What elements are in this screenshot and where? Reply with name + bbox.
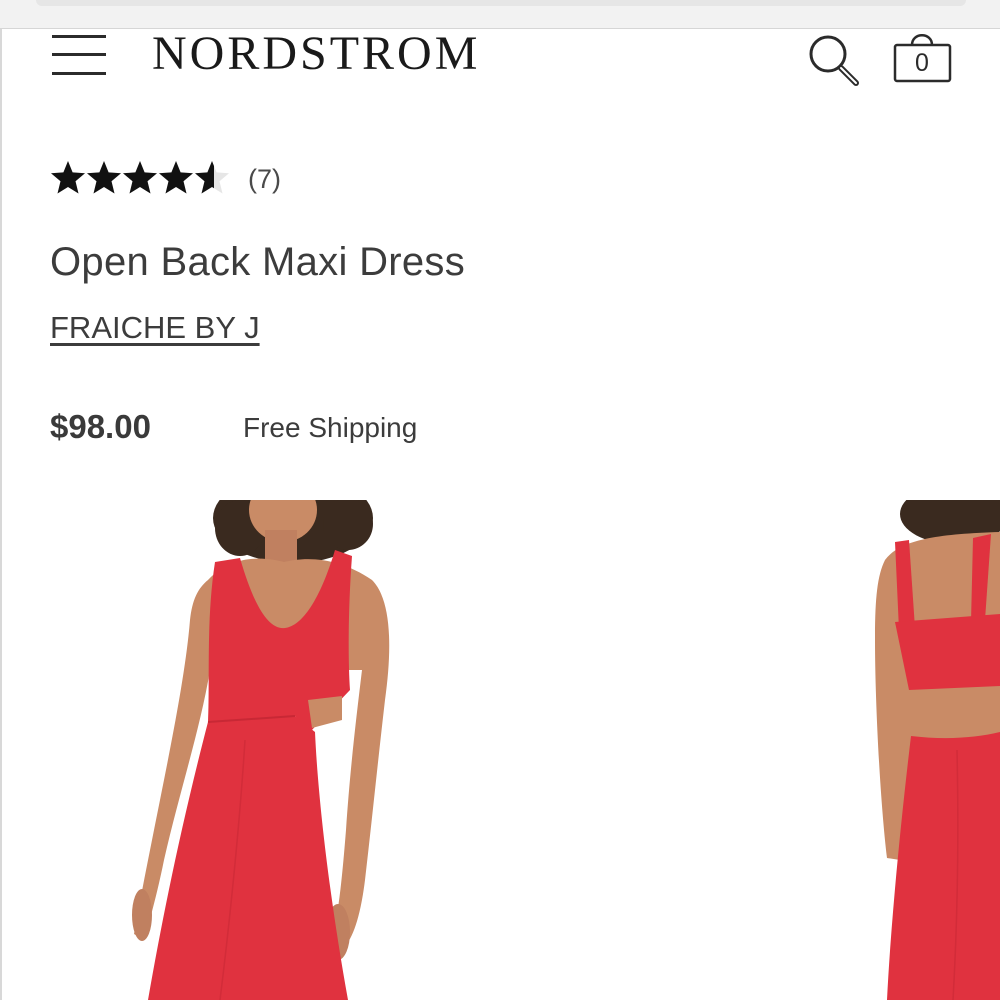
bag-count: 0 (915, 49, 929, 77)
magnifier-icon (809, 35, 859, 86)
product-image-back[interactable] (845, 500, 1000, 1000)
product-price: $98.00 (50, 408, 151, 445)
site-header: NORDSTROM 0 (0, 29, 1000, 99)
shipping-label: Free Shipping (243, 412, 418, 443)
browser-top-bar (0, 0, 1000, 29)
menu-button[interactable] (52, 33, 106, 75)
product-image-gallery[interactable] (0, 500, 1000, 1000)
shopping-bag-button[interactable]: 0 (890, 29, 954, 87)
front-view-illustration (132, 500, 390, 1000)
back-view-illustration (875, 500, 1000, 1000)
nordstrom-logo[interactable]: NORDSTROM (152, 29, 480, 79)
star-full (123, 161, 157, 194)
star-full (159, 161, 193, 194)
product-image-front[interactable] (80, 500, 460, 1000)
address-bar-edge (36, 0, 966, 6)
review-count[interactable]: (7) (248, 164, 281, 195)
star-rating-icon (51, 161, 229, 194)
product-title: Open Back Maxi Dress (50, 240, 466, 284)
search-button[interactable] (804, 31, 864, 91)
star-full (51, 161, 85, 194)
brand-link[interactable]: FRAICHE BY J (50, 310, 260, 346)
star-full (87, 161, 121, 194)
